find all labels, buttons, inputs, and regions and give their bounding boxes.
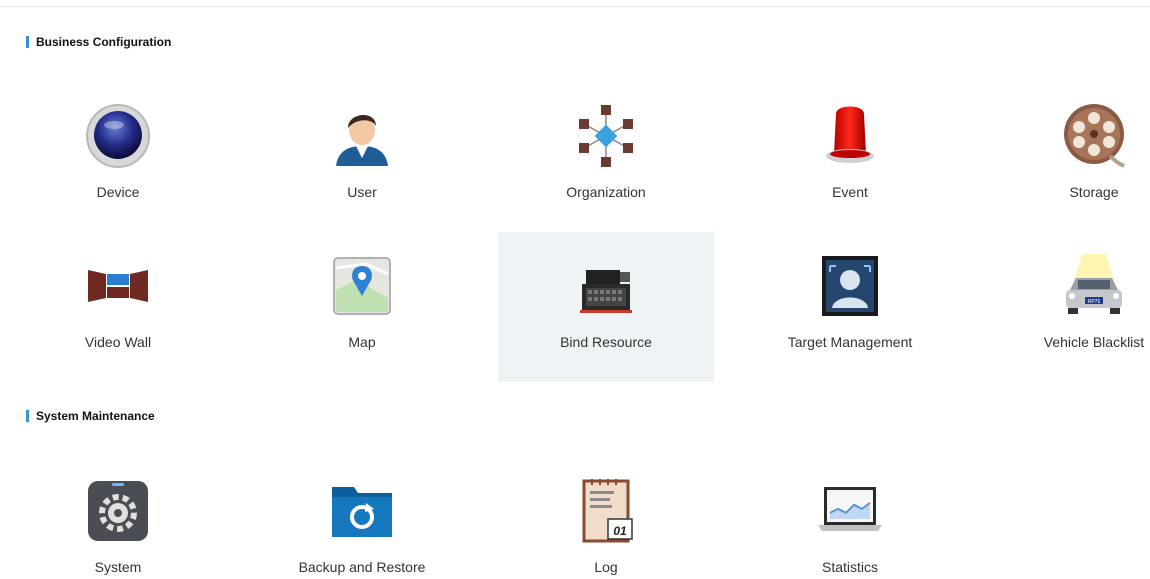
- tile-organization[interactable]: Organization: [498, 82, 714, 232]
- organization-icon: [570, 100, 642, 172]
- tile-target-management[interactable]: Target Management: [742, 232, 958, 382]
- tile-label: Target Management: [787, 334, 913, 350]
- top-divider: [0, 6, 1150, 7]
- car-icon: RP76: [1058, 250, 1130, 322]
- tile-label: Log: [594, 559, 618, 575]
- tile-backup-and-restore[interactable]: Backup and Restore: [254, 457, 470, 579]
- tile-storage[interactable]: Storage: [986, 82, 1150, 232]
- tile-device[interactable]: Device: [10, 82, 226, 232]
- tile-label: Statistics: [821, 559, 878, 575]
- tile-label: Organization: [566, 184, 646, 200]
- video-wall-icon: [82, 250, 154, 322]
- log-notepad-icon: 01: [570, 475, 642, 547]
- tile-label: Device: [96, 184, 140, 200]
- tile-label: Bind Resource: [560, 334, 652, 350]
- tile-system[interactable]: System: [10, 457, 226, 579]
- map-pin-icon: [326, 250, 398, 322]
- tile-label: User: [347, 184, 377, 200]
- tile-label: Storage: [1069, 184, 1119, 200]
- tile-video-wall[interactable]: Video Wall: [10, 232, 226, 382]
- statistics-laptop-icon: [814, 475, 886, 547]
- tile-label: System: [94, 559, 142, 575]
- tile-label: Backup and Restore: [298, 559, 426, 575]
- tile-event[interactable]: Event: [742, 82, 958, 232]
- user-icon: [326, 100, 398, 172]
- device-camera-icon: [82, 100, 154, 172]
- gear-icon: [82, 475, 154, 547]
- tile-label: Event: [832, 184, 868, 200]
- section-title-business-configuration: Business Configuration: [26, 35, 171, 49]
- log-date: 01: [613, 524, 627, 538]
- alarm-light-icon: [814, 100, 886, 172]
- section-title-system-maintenance: System Maintenance: [26, 409, 155, 423]
- tile-log[interactable]: 01 Log: [498, 457, 714, 579]
- tile-vehicle-blacklist[interactable]: RP76 Vehicle Blacklist: [986, 232, 1150, 382]
- server-icon: [570, 250, 642, 322]
- tile-statistics[interactable]: Statistics: [742, 457, 958, 579]
- tile-user[interactable]: User: [254, 82, 470, 232]
- tile-label: Video Wall: [84, 334, 152, 350]
- tile-label: Map: [348, 334, 376, 350]
- tile-bind-resource[interactable]: Bind Resource: [498, 232, 714, 382]
- face-target-icon: [814, 250, 886, 322]
- tile-label: Vehicle Blacklist: [1043, 334, 1145, 350]
- film-reel-icon: [1058, 100, 1130, 172]
- tile-map[interactable]: Map: [254, 232, 470, 382]
- vehicle-plate: RP76: [1088, 299, 1101, 305]
- backup-folder-icon: [326, 475, 398, 547]
